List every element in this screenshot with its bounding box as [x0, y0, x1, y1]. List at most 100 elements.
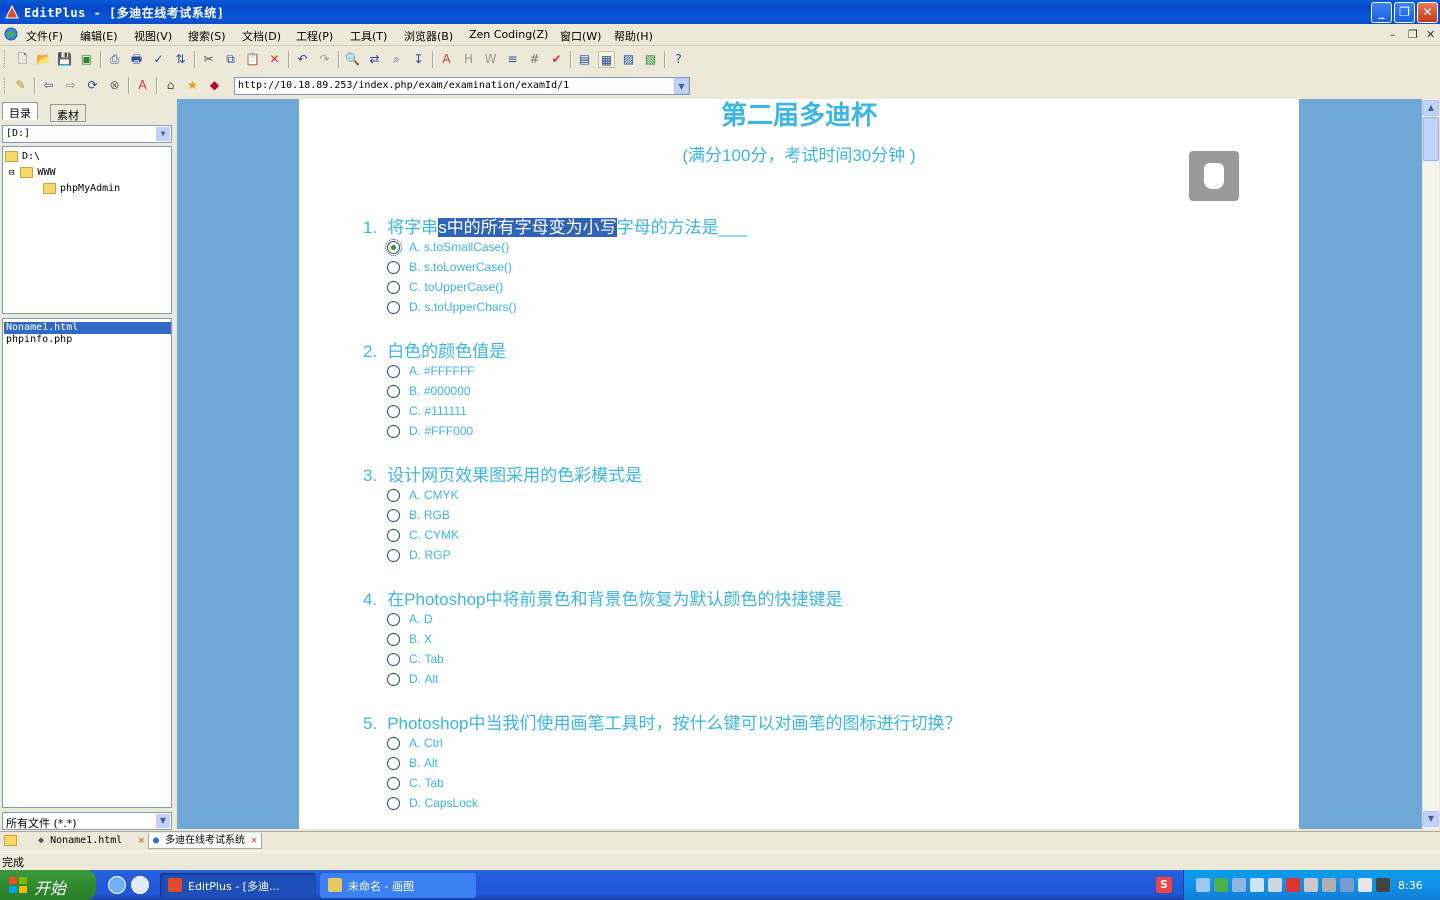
spellcheck-icon[interactable]: ✓ — [150, 51, 167, 68]
text-browser-icon[interactable]: A — [134, 77, 151, 94]
menu-window[interactable]: 窗口(W) — [560, 28, 601, 44]
option-row[interactable]: D. #FFF000 — [387, 421, 1243, 441]
ftp-icon[interactable]: ⇅ — [172, 51, 189, 68]
file-list[interactable]: Noname1.html phpinfo.php — [2, 318, 172, 808]
browser-view-icon[interactable]: ▦ — [598, 51, 615, 68]
menu-file[interactable]: 文件(F) — [26, 28, 63, 44]
hex-view-icon[interactable]: H — [460, 51, 477, 68]
option-row[interactable]: D. CapsLock — [387, 793, 1243, 813]
line-numbers-icon[interactable]: # — [526, 51, 543, 68]
mdi-minimize-button[interactable]: – — [1390, 28, 1396, 41]
directory-tree[interactable]: D:\ ⊟ WWW phpMyAdmin — [2, 146, 172, 314]
undo-icon[interactable]: ↶ — [294, 51, 311, 68]
url-dropdown-icon[interactable]: ▼ — [674, 78, 689, 94]
tab-directory[interactable]: 目录 — [2, 102, 38, 120]
menu-help[interactable]: 帮助(H) — [614, 28, 653, 44]
option-row[interactable]: D. RGP — [387, 545, 1243, 565]
task-paint[interactable]: 未命名 - 画图 — [320, 873, 476, 898]
option-row[interactable]: A. D — [387, 609, 1243, 629]
close-tab-icon[interactable]: ✕ — [251, 835, 257, 846]
option-row[interactable]: B. X — [387, 629, 1243, 649]
edit-pencil-icon[interactable]: ✎ — [12, 77, 29, 94]
radio-button[interactable] — [387, 508, 400, 522]
cliptext-icon[interactable]: ▧ — [642, 51, 659, 68]
folder-icon[interactable] — [4, 835, 17, 846]
option-row[interactable]: A. #FFFFFF — [387, 361, 1243, 381]
menu-project[interactable]: 工程(P) — [296, 28, 333, 44]
radio-button[interactable] — [387, 796, 400, 810]
qq-tray-icon[interactable] — [1340, 878, 1354, 892]
print-preview-icon[interactable]: ⎙ — [106, 51, 123, 68]
tree-node-phpmyadmin[interactable]: phpMyAdmin — [43, 182, 120, 196]
radio-button[interactable] — [387, 384, 400, 398]
radio-button[interactable] — [387, 280, 400, 294]
tool-tray-icon[interactable] — [1322, 878, 1336, 892]
radio-button[interactable] — [387, 404, 400, 418]
radio-button[interactable] — [387, 756, 400, 770]
clock[interactable]: 8:36 — [1398, 879, 1423, 892]
scroll-up-icon[interactable]: ▲ — [1423, 100, 1439, 116]
tab-clips[interactable]: 素材 — [50, 104, 86, 122]
menu-zen-coding[interactable]: Zen Coding(Z) — [469, 28, 548, 41]
media-tray-icon[interactable] — [1376, 878, 1390, 892]
radio-button[interactable] — [387, 652, 400, 666]
font-icon[interactable]: A — [438, 51, 455, 68]
url-input[interactable]: http://10.18.89.253/index.php/exam/exami… — [234, 77, 690, 95]
save-icon[interactable]: 💾 — [56, 51, 73, 68]
menu-edit[interactable]: 编辑(E) — [80, 28, 118, 44]
tree-node-www[interactable]: ⊟ WWW — [9, 166, 55, 180]
usb-tray-icon[interactable] — [1196, 878, 1210, 892]
back-icon[interactable]: ⇦ — [40, 77, 57, 94]
option-row[interactable]: C. #111111 — [387, 401, 1243, 421]
radio-button[interactable] — [387, 736, 400, 750]
radio-button[interactable] — [387, 260, 400, 274]
printer-tray-icon[interactable] — [1304, 878, 1318, 892]
radio-button[interactable] — [387, 424, 400, 438]
option-row[interactable]: D. Alt — [387, 669, 1243, 689]
redo-icon[interactable]: ↷ — [316, 51, 333, 68]
word-wrap-icon[interactable]: W — [482, 51, 499, 68]
directory-window-icon[interactable]: ▤ — [576, 51, 593, 68]
radio-button[interactable] — [387, 488, 400, 502]
find-in-files-icon[interactable]: ⌕ — [388, 51, 405, 68]
toolbar-grip[interactable] — [4, 51, 7, 68]
ruler-icon[interactable]: ≡ — [504, 51, 521, 68]
doc-tab-noname1[interactable]: ◆ Noname1.html ✕ — [34, 833, 148, 849]
option-row[interactable]: C. Tab — [387, 649, 1243, 669]
menu-browser[interactable]: 浏览器(B) — [404, 28, 453, 44]
option-row[interactable]: A. CMYK — [387, 485, 1243, 505]
scroll-down-icon[interactable]: ▼ — [1423, 811, 1439, 827]
replace-icon[interactable]: ⇄ — [366, 51, 383, 68]
option-row[interactable]: B. #000000 — [387, 381, 1243, 401]
chevron-down-icon[interactable]: ▼ — [156, 127, 170, 141]
radio-button[interactable] — [387, 528, 400, 542]
preview-icon[interactable]: ▨ — [620, 51, 637, 68]
option-row[interactable]: B. s.toLowerCase() — [387, 257, 1243, 277]
doc-tab-exam-system[interactable]: ● 多迪在线考试系统 ✕ — [148, 833, 263, 849]
favorites-icon[interactable]: ★ — [184, 77, 201, 94]
vertical-scrollbar[interactable]: ▲ ▼ — [1422, 99, 1439, 829]
menu-tools[interactable]: 工具(T) — [350, 28, 387, 44]
radio-button[interactable] — [387, 612, 400, 626]
radio-button[interactable] — [387, 364, 400, 378]
paste-icon[interactable]: 📋 — [244, 51, 261, 68]
network-tray-icon[interactable] — [1214, 878, 1228, 892]
print-icon[interactable]: 🖶 — [128, 51, 145, 68]
option-row[interactable]: C. Tab — [387, 773, 1243, 793]
restore-button[interactable]: ❐ — [1394, 2, 1415, 23]
scrollbar-thumb[interactable] — [1423, 117, 1439, 161]
radio-button[interactable] — [387, 776, 400, 790]
file-item[interactable]: Noname1.html — [4, 322, 171, 334]
option-row[interactable]: A. Ctrl — [387, 733, 1243, 753]
radio-button[interactable] — [387, 632, 400, 646]
toolbar-grip[interactable] — [4, 77, 7, 94]
find-icon[interactable]: 🔍 — [344, 51, 361, 68]
show-desktop-icon[interactable] — [131, 876, 149, 894]
ime-icon[interactable]: S — [1156, 877, 1172, 893]
tree-node-d-drive[interactable]: D:\ — [5, 150, 40, 164]
radio-button[interactable] — [387, 548, 400, 562]
option-row[interactable]: A. s.toSmallCase() — [385, 237, 1243, 257]
ie-icon[interactable] — [108, 876, 126, 894]
chevron-down-icon[interactable]: ▼ — [156, 814, 170, 828]
close-tab-icon[interactable]: ✕ — [138, 835, 144, 846]
